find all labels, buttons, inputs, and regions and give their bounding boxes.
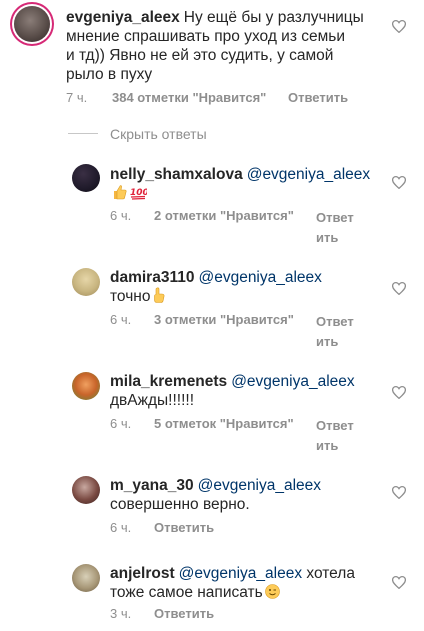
comment-time: 7 ч. <box>66 90 88 105</box>
comment-body: двАжды!!!!!! <box>110 392 195 409</box>
comment-time: 6 ч. <box>110 208 132 223</box>
comment-meta: 6 ч. Ответить <box>110 520 310 535</box>
reply-label: ить <box>316 334 339 349</box>
comment-likes[interactable]: 384 отметки "Нравится" <box>112 90 266 105</box>
reply-button[interactable]: Ответ ить <box>316 416 354 456</box>
reply-comment: nelly_shamxalova @evgeniya_aleex 100 6 ч.… <box>0 160 424 250</box>
comment-body: тоже самое написать <box>110 584 263 601</box>
comment-line: мнение спрашивать про уход из семьи <box>66 28 346 45</box>
comment-line: и тд)) Явно не ей это судить, у самой <box>66 47 334 64</box>
reply-comment: anjelrost @evgeniya_aleex хотела тоже сам… <box>0 560 424 631</box>
winking-face-icon <box>264 584 280 604</box>
comment-time: 3 ч. <box>110 606 132 621</box>
comment-mention[interactable]: @evgeniya_aleex <box>231 373 354 390</box>
comment-body: точно <box>110 288 151 305</box>
reply-button[interactable]: Ответ ить <box>316 312 354 352</box>
comment-meta: 6 ч. 5 отметок "Нравится" Ответ ить <box>110 416 370 453</box>
reply-label: Ответ <box>316 418 354 433</box>
comment-mention[interactable]: @evgeniya_aleex <box>198 477 321 494</box>
comment-likes[interactable]: 5 отметок "Нравится" <box>154 416 294 431</box>
comment-time: 6 ч. <box>110 520 132 535</box>
comment-body: совершенно верно. <box>110 496 250 513</box>
comment-username[interactable]: m_yana_30 <box>110 477 194 494</box>
comment-line: Ну ещё бы у разлучницы <box>183 9 364 26</box>
reply-label: ить <box>316 438 339 453</box>
avatar[interactable] <box>72 564 100 592</box>
comment-username[interactable]: nelly_shamxalova <box>110 166 243 183</box>
heart-icon[interactable] <box>392 486 406 499</box>
avatar[interactable] <box>14 6 50 42</box>
reply-comment: damira3110 @evgeniya_aleex точно 6 ч. 3 о… <box>0 262 424 362</box>
avatar[interactable] <box>72 372 100 400</box>
divider <box>68 133 98 134</box>
comment-mention[interactable]: @evgeniya_aleex <box>247 166 370 183</box>
heart-icon[interactable] <box>392 176 406 189</box>
reply-button[interactable]: Ответить <box>154 520 214 535</box>
hundred-points-icon: 100 <box>130 184 149 205</box>
comment-text: nelly_shamxalova @evgeniya_aleex 100 <box>110 165 380 205</box>
reply-label: Ответ <box>316 210 354 225</box>
comment-meta: 6 ч. 3 отметки "Нравится" Ответ ить <box>110 312 370 349</box>
avatar[interactable] <box>72 268 100 296</box>
comment-text: anjelrost @evgeniya_aleex хотела тоже сам… <box>110 564 390 604</box>
comment-username[interactable]: mila_kremenets <box>110 373 227 390</box>
comment-username[interactable]: evgeniya_aleex <box>66 9 180 26</box>
comment-username[interactable]: anjelrost <box>110 565 175 582</box>
avatar[interactable] <box>72 164 100 192</box>
comment-likes[interactable]: 3 отметки "Нравится" <box>154 312 294 327</box>
reply-comment: mila_kremenets @evgeniya_aleex двАжды!!!!… <box>0 366 424 466</box>
heart-icon[interactable] <box>392 386 406 399</box>
comment-text: damira3110 @evgeniya_aleex точно <box>110 268 380 308</box>
hide-replies-button[interactable]: Скрыть ответы <box>110 126 207 142</box>
comment-time: 6 ч. <box>110 312 132 327</box>
comment-meta: 3 ч. Ответить <box>110 606 310 621</box>
comment-body: хотела <box>306 565 355 582</box>
comment-mention[interactable]: @evgeniya_aleex <box>179 565 302 582</box>
reply-button[interactable]: Ответ ить <box>316 208 354 248</box>
comment-username[interactable]: damira3110 <box>110 269 194 286</box>
reply-label: Ответ <box>316 314 354 329</box>
pointing-up-icon <box>152 287 166 308</box>
comment-likes[interactable]: 2 отметки "Нравится" <box>154 208 294 223</box>
reply-label: ить <box>316 230 339 245</box>
comment-text: m_yana_30 @evgeniya_aleex совершенно верн… <box>110 476 380 514</box>
heart-icon[interactable] <box>392 576 406 589</box>
reply-comment: m_yana_30 @evgeniya_aleex совершенно верн… <box>0 470 424 550</box>
comment-meta: 7 ч. 384 отметки "Нравится" Ответить <box>66 90 386 105</box>
comment-mention[interactable]: @evgeniya_aleex <box>198 269 321 286</box>
reply-button[interactable]: Ответить <box>154 606 214 621</box>
comment-text: evgeniya_aleex Ну ещё бы у разлучницы мне… <box>66 8 366 84</box>
reply-button[interactable]: Ответить <box>288 90 348 105</box>
comment-time: 6 ч. <box>110 416 132 431</box>
heart-icon[interactable] <box>392 20 406 33</box>
heart-icon[interactable] <box>392 282 406 295</box>
thumbs-up-icon <box>112 184 128 205</box>
comment-meta: 6 ч. 2 отметки "Нравится" Ответ ить <box>110 208 370 245</box>
comment-text: mila_kremenets @evgeniya_aleex двАжды!!!!… <box>110 372 380 410</box>
comment-line: рыло в пуху <box>66 66 153 83</box>
top-comment: evgeniya_aleex Ну ещё бы у разлучницы мне… <box>0 0 424 120</box>
avatar[interactable] <box>72 476 100 504</box>
